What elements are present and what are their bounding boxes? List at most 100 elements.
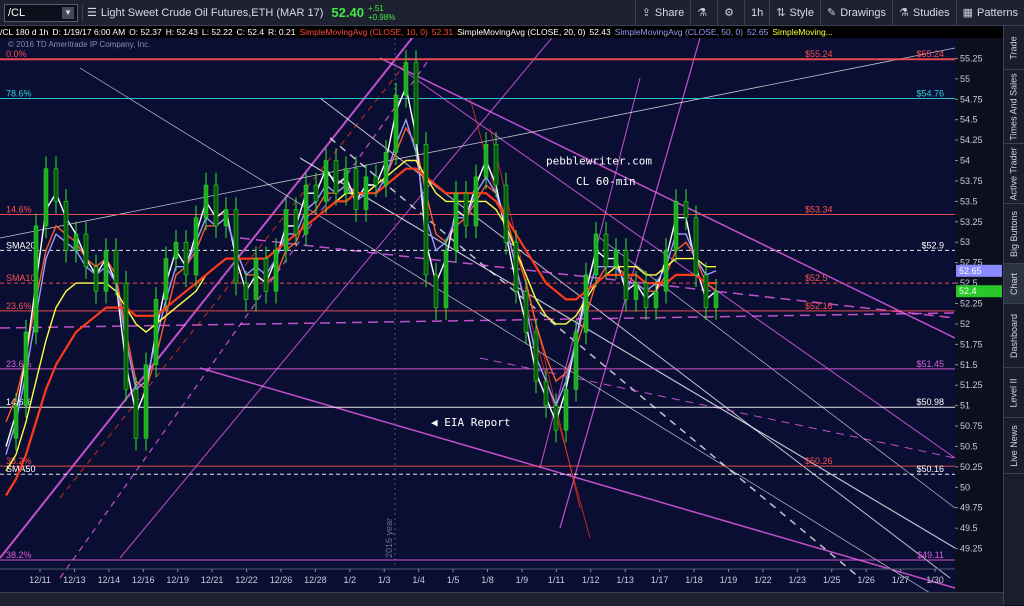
level-label-left: 78.6% — [6, 88, 32, 98]
price-candle — [523, 290, 529, 333]
sidebar-tab-label: Dashboard — [1009, 313, 1019, 358]
price-candle — [443, 250, 449, 308]
price-candle — [583, 274, 589, 333]
price-candle — [203, 184, 209, 218]
share-icon: ⇪ — [641, 7, 651, 19]
x-tick-label: 1/26 — [857, 575, 875, 585]
x-tick-label: 1/3 — [378, 575, 391, 585]
sidebar-tab-active-trader[interactable]: Active Trader — [1004, 144, 1024, 204]
level-label-right: $51.45 — [916, 359, 944, 369]
price-candle — [713, 290, 719, 308]
sidebar-tab-dashboard[interactable]: Dashboard — [1004, 304, 1024, 368]
studies-icon: ⚗ — [899, 7, 909, 19]
level-label-mid: $50.26 — [805, 456, 833, 466]
sidebar-tab-level-ii[interactable]: Level II — [1004, 368, 1024, 418]
sidebar-tab-big-buttons[interactable]: Big Buttons — [1004, 204, 1024, 264]
x-tick-label: 1/12 — [582, 575, 600, 585]
y-tick-label: 49.25 — [960, 544, 983, 554]
sidebar-tab-trade[interactable]: Trade — [1004, 26, 1024, 70]
chart-annotation: ◀ EIA Report — [431, 416, 510, 429]
x-tick-label: 1/9 — [516, 575, 529, 585]
x-tick-label: 1/5 — [447, 575, 460, 585]
x-tick-label: 12/26 — [270, 575, 293, 585]
price-candle — [533, 331, 539, 382]
drawings-button[interactable]: ✎ Drawings — [819, 0, 892, 26]
change-percent: +0.98% — [367, 12, 396, 22]
info-segment: SimpleMovingAvg (CLOSE, 20, 0) — [457, 27, 586, 37]
y-tick-label: 51.5 — [960, 360, 978, 370]
x-tick-label: 1/17 — [651, 575, 669, 585]
price-candle — [253, 258, 259, 300]
bottom-scrollbar[interactable] — [0, 592, 1003, 606]
x-tick-label: 1/2 — [344, 575, 357, 585]
y-tick-label: 53.75 — [960, 176, 983, 186]
level-label-right: $50.98 — [916, 397, 944, 407]
level-label-left: 0.0% — [6, 49, 27, 59]
y-tick-label: 50.75 — [960, 421, 983, 431]
level-label-right: $52.9 — [921, 240, 944, 250]
price-candle — [593, 233, 599, 276]
sidebar-tab-live-news[interactable]: Live News — [1004, 418, 1024, 474]
price-chart[interactable]: 2016 year 0.0% $55.24 $55.24 78.6% $54.76 14.6… — [0, 27, 1003, 594]
toolbar-divider — [82, 3, 83, 22]
level-label-right: $55.24 — [916, 49, 944, 59]
y-tick-label: 50.25 — [960, 462, 983, 472]
y-tick-label: 54.75 — [960, 94, 983, 104]
price-candle — [233, 209, 239, 284]
price-candle — [513, 241, 519, 292]
price-candle — [93, 266, 99, 292]
price-candle — [63, 201, 69, 251]
price-candle — [613, 250, 619, 267]
info-segment: SimpleMovingAvg (CLOSE, 50, 0) — [614, 27, 744, 37]
top-toolbar: /CL ▼ ☰ Light Sweet Crude Oil Futures,ET… — [0, 0, 1024, 26]
settings-button[interactable]: ⚙ — [717, 0, 744, 26]
price-candle — [703, 274, 709, 308]
y-tick-label: 51 — [960, 401, 970, 411]
flask-button[interactable]: ⚗ — [690, 0, 717, 26]
price-candle — [123, 282, 129, 390]
info-segment: C: 52.4 — [236, 27, 265, 37]
chevron-down-icon[interactable]: ▼ — [62, 6, 74, 19]
price-badge-label: 52.4 — [959, 286, 977, 296]
gear-icon: ⚙ — [724, 7, 735, 19]
price-candle — [53, 168, 59, 202]
price-candle — [243, 282, 249, 300]
chart-area[interactable]: 2016 year 0.0% $55.24 $55.24 78.6% $54.76 14.6… — [0, 27, 1003, 595]
y-tick-label: 54 — [960, 156, 970, 166]
price-change: +.51 +0.98% — [368, 4, 395, 22]
price-candle — [143, 364, 149, 439]
symbol-input[interactable]: /CL ▼ — [4, 3, 78, 22]
right-sidebar: Trade Times And Sales Active Trader Big But… — [1003, 26, 1024, 605]
price-candle — [683, 201, 689, 218]
settings-icon[interactable]: ☰ — [87, 6, 97, 19]
y-tick-label: 49.75 — [960, 503, 983, 513]
flask-icon: ⚗ — [697, 7, 708, 19]
price-candle — [83, 233, 89, 267]
y-tick-label: 49.5 — [960, 523, 978, 533]
price-candle — [423, 143, 429, 276]
studies-button[interactable]: ⚗ Studies — [892, 0, 956, 26]
price-candle — [353, 168, 359, 210]
price-candle — [273, 250, 279, 292]
toolbar-button-label: Style — [789, 6, 814, 19]
patterns-button[interactable]: ▦ Patterns — [955, 0, 1024, 26]
x-tick-label: 1/19 — [720, 575, 738, 585]
toolbar-button-label: 1h — [751, 6, 764, 19]
x-tick-label: 1/22 — [754, 575, 772, 585]
x-tick-label: 12/13 — [63, 575, 86, 585]
info-segment: 52.31 — [431, 27, 454, 37]
info-segment: R: 0.21 — [268, 27, 296, 37]
timeframe-button[interactable]: 1h — [744, 0, 769, 26]
price-candle — [363, 176, 369, 210]
price-candle — [573, 331, 579, 390]
y-tick-label: 55 — [960, 74, 970, 84]
price-candle — [303, 184, 309, 235]
y-tick-label: 55.25 — [960, 53, 983, 63]
y-tick-label: 53.25 — [960, 217, 983, 227]
price-badge-label: 52.65 — [959, 266, 982, 276]
share-button[interactable]: ⇪ Share — [634, 0, 691, 26]
sidebar-tab-label: Active Trader — [1009, 146, 1019, 201]
sidebar-tab-times-and-sales[interactable]: Times And Sales — [1004, 70, 1024, 144]
sidebar-tab-chart[interactable]: Chart — [1004, 264, 1024, 304]
style-button[interactable]: ⇅ Style — [769, 0, 820, 26]
